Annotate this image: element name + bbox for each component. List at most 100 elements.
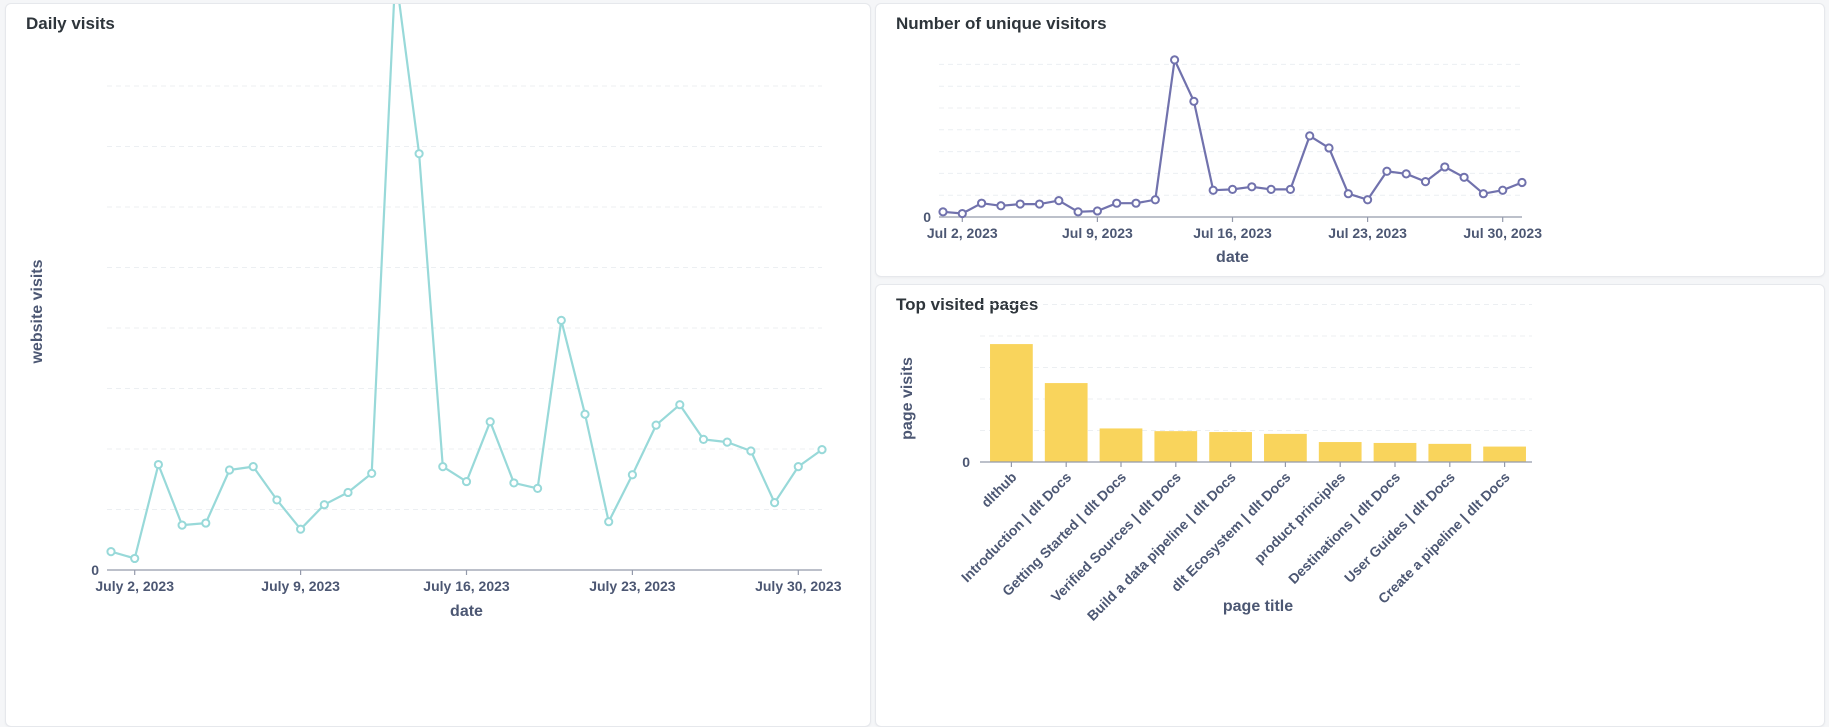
bar	[990, 344, 1033, 462]
data-point	[1324, 143, 1334, 153]
data-point	[485, 417, 495, 427]
data-point	[1517, 177, 1527, 188]
x-tick-label: July 23, 2023	[589, 578, 676, 594]
daily-visits-chart[interactable]: 0July 2, 2023 July 9, 2023 July 16, 2023 Ju…	[6, 4, 870, 726]
data-point	[1227, 184, 1238, 194]
bar	[1483, 446, 1526, 462]
data-point	[1015, 199, 1025, 209]
data-point	[957, 208, 967, 219]
data-point	[580, 409, 590, 419]
data-point	[1343, 189, 1353, 199]
data-point	[1034, 199, 1045, 209]
data-point	[675, 400, 685, 410]
data-point	[722, 437, 732, 447]
x-tick-label: July 9, 2023	[261, 578, 340, 594]
data-point	[533, 483, 543, 493]
data-point	[793, 462, 803, 472]
data-point	[1208, 185, 1218, 195]
data-point	[770, 498, 780, 508]
y-axis-title: page visits	[899, 357, 916, 440]
data-point	[698, 434, 709, 444]
y-axis-title: website visits	[29, 259, 46, 364]
data-point	[938, 207, 948, 217]
data-point	[1266, 184, 1276, 194]
bar	[1373, 442, 1417, 462]
bar	[1209, 432, 1252, 462]
data-point	[1420, 177, 1431, 187]
x-tick-label: product principles	[1251, 469, 1349, 567]
data-point	[996, 201, 1006, 211]
top-pages-card: Top visited pages 0 dlthub Introduction | …	[875, 284, 1825, 727]
data-point	[177, 520, 187, 530]
data-point	[414, 149, 424, 159]
y-tick-label: 0	[91, 562, 99, 578]
data-point	[1054, 196, 1064, 206]
bar	[1264, 433, 1307, 462]
x-tick-label: July 30, 2023	[755, 578, 842, 594]
bar	[1099, 428, 1143, 462]
x-axis-title: date	[1216, 249, 1249, 266]
x-axis-title: page title	[1223, 598, 1293, 615]
data-point	[1363, 195, 1373, 205]
top-pages-chart[interactable]: 0dlthubIntroduction | dlt DocsGetting St…	[876, 285, 1824, 726]
data-point	[367, 468, 377, 479]
data-point	[1247, 182, 1257, 192]
data-point	[438, 462, 448, 472]
x-tick-label: Introduction | dlt Docs	[958, 469, 1075, 586]
x-tick-label: Destinations | dlt Docs	[1285, 469, 1403, 587]
data-point	[272, 495, 282, 505]
data-point	[153, 459, 163, 470]
bar	[1044, 383, 1088, 462]
data-point	[1285, 184, 1295, 194]
data-point	[746, 446, 756, 456]
data-point	[604, 517, 614, 527]
data-point	[224, 465, 235, 475]
y-tick-label: 0	[962, 454, 970, 470]
x-tick-label: User Guides | dlt Docs	[1341, 469, 1458, 586]
data-point	[1112, 198, 1122, 208]
x-tick-label: July 2, 2023	[95, 578, 174, 594]
data-point	[977, 198, 987, 208]
bar	[1318, 442, 1362, 462]
data-point	[1305, 131, 1315, 141]
data-point	[343, 487, 353, 498]
data-point	[556, 315, 566, 325]
data-point	[1498, 185, 1508, 195]
x-tick-label: dlthub	[978, 469, 1020, 511]
x-tick-label: Jul 9, 2023	[1062, 225, 1133, 241]
data-point	[509, 478, 519, 488]
x-axis-title: date	[450, 603, 483, 620]
unique-visitors-card: Number of unique visitors 0 Jul 2, 2023 Ju…	[875, 3, 1825, 277]
x-tick-label: Jul 2, 2023	[927, 225, 998, 241]
data-point	[1189, 96, 1199, 106]
data-point	[651, 420, 661, 430]
series-line	[110, 4, 823, 560]
data-point	[1131, 198, 1141, 208]
data-point	[106, 547, 116, 557]
bar	[1154, 431, 1198, 462]
data-point	[1440, 162, 1450, 172]
data-point	[627, 470, 638, 480]
data-point	[461, 476, 472, 487]
data-point	[130, 553, 140, 564]
x-tick-label: Jul 30, 2023	[1463, 225, 1542, 241]
x-tick-label: July 16, 2023	[423, 578, 510, 594]
data-point	[1150, 195, 1160, 205]
data-point	[1382, 166, 1392, 176]
data-point	[1073, 207, 1083, 217]
data-point	[319, 500, 329, 510]
daily-visits-card: Daily visits 0 July 2, 2023 July 9, 2023 Ju…	[5, 3, 871, 727]
data-point	[817, 444, 827, 455]
data-point	[1092, 206, 1102, 216]
x-tick-label: Jul 23, 2023	[1328, 225, 1407, 241]
data-point	[1401, 169, 1411, 179]
data-point	[1478, 189, 1489, 199]
x-tick-label: Jul 16, 2023	[1193, 225, 1272, 241]
bar	[1428, 443, 1472, 462]
data-point	[296, 524, 306, 534]
data-point	[201, 518, 211, 528]
y-tick-label: 0	[923, 209, 931, 225]
unique-visitors-chart[interactable]: 0Jul 2, 2023 Jul 9, 2023 Jul 16, 2023 Jul 2…	[876, 4, 1824, 276]
data-point	[1459, 172, 1469, 182]
data-point	[248, 462, 258, 472]
